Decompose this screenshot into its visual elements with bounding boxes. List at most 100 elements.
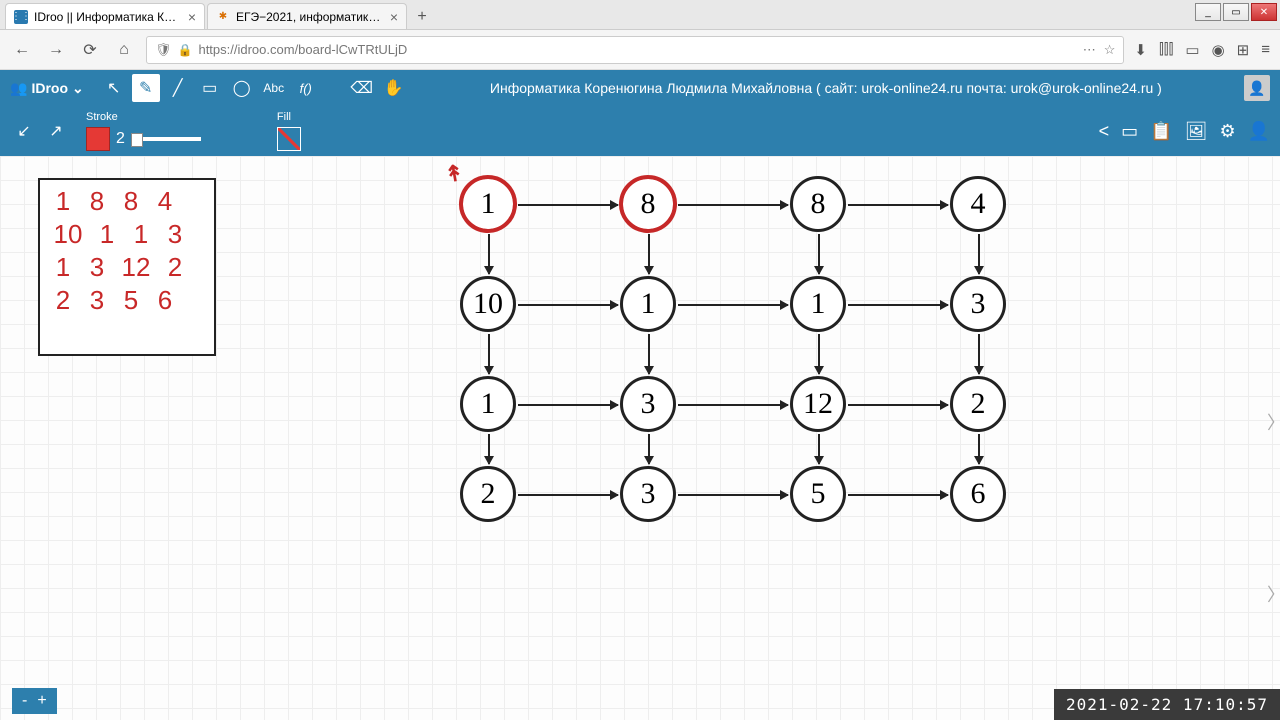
right-edge-marks: 〉〉 — [1272, 336, 1280, 680]
arrow-right-icon — [848, 204, 948, 206]
window-minimize[interactable]: _ — [1195, 3, 1221, 21]
chevron-down-icon: ⌄ — [72, 80, 84, 97]
matrix-cell: 8 — [114, 186, 148, 217]
stroke-color-swatch[interactable] — [86, 127, 110, 151]
image-icon[interactable]: 🖼 — [1185, 121, 1208, 142]
browser-tab[interactable]: ✱ ЕГЭ−2021, информатика: зад… × — [207, 3, 407, 29]
graph-node: 1↟ — [460, 176, 516, 232]
text-tool[interactable]: Abc — [260, 74, 288, 102]
matrix-cell: 1 — [124, 219, 158, 250]
graph-node: 3 — [950, 276, 1006, 332]
timestamp-overlay: 2021-02-22 17:10:57 — [1054, 689, 1280, 720]
matrix-cell: 1 — [46, 252, 80, 283]
arrow-down-icon — [818, 434, 820, 464]
arrow-down-icon — [978, 334, 980, 374]
graph-node: 4 — [950, 176, 1006, 232]
account-icon[interactable]: ◉ — [1212, 41, 1225, 59]
matrix-cell: 5 — [114, 285, 148, 316]
user-avatar[interactable]: 👤 — [1244, 75, 1270, 101]
graph-node: 2 — [950, 376, 1006, 432]
pan-tool[interactable]: ✋ — [380, 74, 408, 102]
home-button[interactable]: ⌂ — [112, 38, 136, 62]
graph-node: 5 — [790, 466, 846, 522]
stroke-width-value: 2 — [116, 130, 125, 148]
arrow-down-icon — [978, 234, 980, 274]
graph-node: 2 — [460, 466, 516, 522]
stroke-width-slider[interactable] — [131, 137, 201, 141]
back-button[interactable]: ← — [10, 38, 34, 62]
arrow-right-icon — [848, 404, 948, 406]
graph-node: 10 — [460, 276, 516, 332]
tool-options-bar: ↙ ↗ Stroke 2 Fill < ▭ 📋 🖼 ⚙ 👤 — [0, 106, 1280, 156]
arrow-down-icon — [488, 434, 490, 464]
reload-button[interactable]: ⟳ — [78, 38, 102, 62]
ellipse-tool[interactable]: ◯ — [228, 74, 256, 102]
menu-icon[interactable]: ≡ — [1261, 41, 1270, 58]
chat-icon[interactable]: ▭ — [1121, 121, 1138, 142]
tab-title: IDroo || Информатика Корен… — [34, 10, 182, 24]
arrow-right-icon — [518, 304, 618, 306]
arrow-down-icon — [818, 334, 820, 374]
expand-icon[interactable]: ↗ — [42, 117, 70, 145]
share-icon[interactable]: < — [1099, 121, 1110, 142]
arrow-right-icon — [518, 494, 618, 496]
logo-text: IDroo — [31, 80, 68, 96]
whiteboard-canvas[interactable]: 1884 10113 13122 2356 1↟8841011313122235… — [0, 156, 1280, 720]
bookmark-star-icon[interactable]: ☆ — [1104, 42, 1116, 58]
arrow-down-icon — [488, 234, 490, 274]
formula-tool[interactable]: f() — [292, 74, 320, 102]
window-close[interactable]: ✕ — [1251, 3, 1277, 21]
line-tool[interactable]: ╱ — [164, 74, 192, 102]
gear-icon[interactable]: ⚙ — [1219, 121, 1235, 142]
matrix-cell: 3 — [80, 252, 114, 283]
eraser-tool[interactable]: ⌫ — [348, 74, 376, 102]
users-icon: 👥 — [10, 80, 27, 97]
graph-node: 3 — [620, 376, 676, 432]
app-toolbar: 👥 IDroo ⌄ ↖ ✎ ╱ ▭ ◯ Abc f() ⌫ ✋ Информат… — [0, 70, 1280, 106]
shield-icon: 🛡 — [155, 42, 172, 58]
pointer-tool[interactable]: ↖ — [100, 74, 128, 102]
tab-close-icon[interactable]: × — [390, 9, 398, 25]
matrix-cell: 8 — [80, 186, 114, 217]
zoom-out-button[interactable]: - — [22, 692, 27, 710]
document-icon[interactable]: 📋 — [1150, 121, 1172, 142]
arrow-right-icon — [678, 404, 788, 406]
arrow-right-icon — [848, 304, 948, 306]
page-actions-icon[interactable]: ⋯ — [1083, 42, 1096, 58]
sidebar-icon[interactable]: ▭ — [1185, 41, 1199, 59]
address-bar[interactable]: 🛡 🔒 https://idroo.com/board-lCwTRtULjD ⋯… — [146, 36, 1124, 64]
graph-node: 12 — [790, 376, 846, 432]
browser-tab-bar: ⋮⋮ IDroo || Информатика Корен… × ✱ ЕГЭ−2… — [0, 0, 1280, 30]
matrix-cell: 10 — [46, 219, 90, 250]
fill-color-swatch[interactable] — [277, 127, 301, 151]
person-icon[interactable]: 👤 — [1248, 121, 1270, 142]
collapse-icon[interactable]: ↙ — [10, 117, 38, 145]
browser-tab[interactable]: ⋮⋮ IDroo || Информатика Корен… × — [5, 3, 205, 29]
zoom-in-button[interactable]: + — [37, 692, 46, 710]
downloads-icon[interactable]: ⬇ — [1134, 41, 1147, 59]
arrow-down-icon — [818, 234, 820, 274]
tab-favicon-icon: ⋮⋮ — [14, 10, 28, 24]
lock-icon: 🔒 — [178, 43, 193, 57]
tab-close-icon[interactable]: × — [188, 9, 196, 25]
matrix-cell: 12 — [114, 252, 158, 283]
arrow-down-icon — [978, 434, 980, 464]
rect-tool[interactable]: ▭ — [196, 74, 224, 102]
graph-node: 8 — [620, 176, 676, 232]
matrix-cell: 1 — [46, 186, 80, 217]
fill-label: Fill — [277, 111, 301, 123]
new-tab-button[interactable]: + — [409, 5, 435, 29]
extension-icon[interactable]: ⊞ — [1237, 41, 1250, 59]
app-logo[interactable]: 👥 IDroo ⌄ — [10, 80, 84, 97]
arrow-down-icon — [648, 234, 650, 274]
matrix-cell: 4 — [148, 186, 182, 217]
graph-node: 6 — [950, 466, 1006, 522]
pen-tool[interactable]: ✎ — [132, 74, 160, 102]
matrix-cell: 3 — [80, 285, 114, 316]
library-icon[interactable]: ⫿⫿⫿ — [1159, 41, 1173, 58]
arrow-right-icon — [678, 204, 788, 206]
forward-button[interactable]: → — [44, 38, 68, 62]
graph-node: 1 — [460, 376, 516, 432]
tab-favicon-icon: ✱ — [216, 10, 230, 24]
window-maximize[interactable]: ▭ — [1223, 3, 1249, 21]
